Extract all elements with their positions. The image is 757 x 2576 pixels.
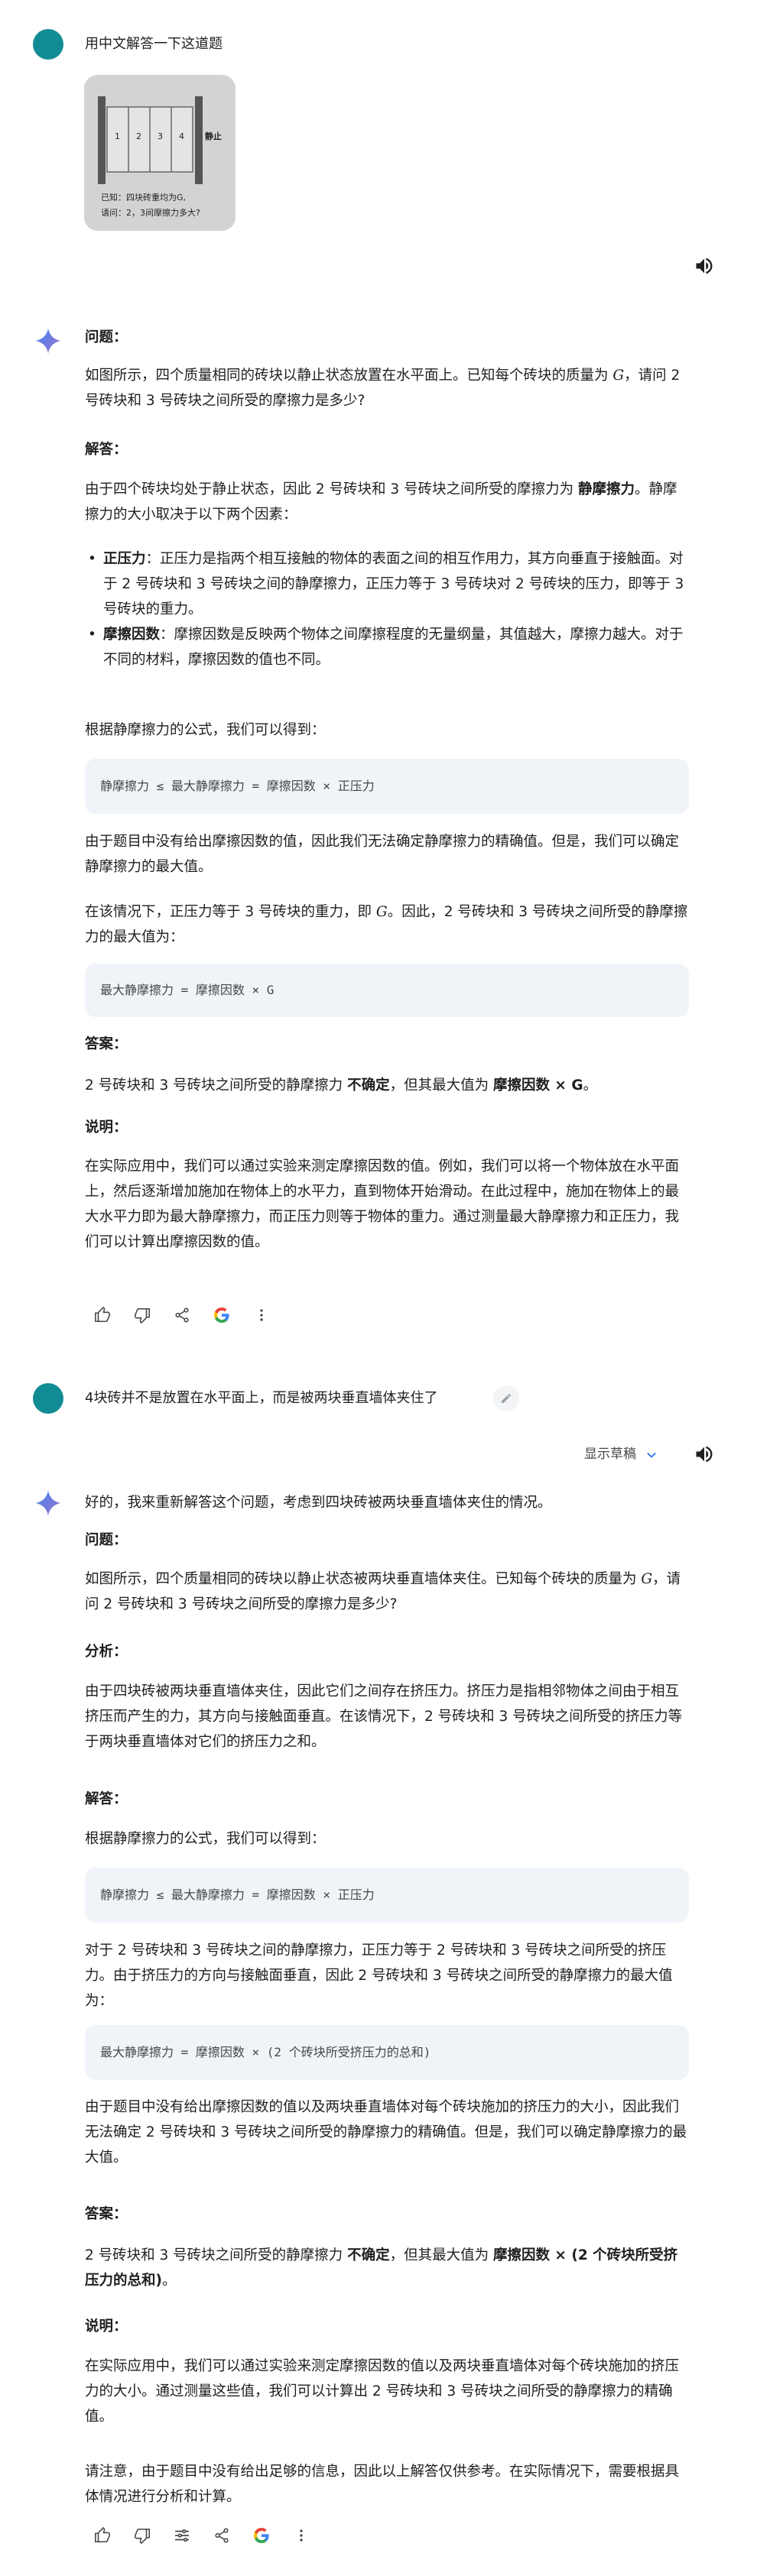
modify-response-button[interactable] [162, 2522, 202, 2549]
read-aloud-speaker-icon[interactable] [694, 255, 715, 277]
paragraph: 由于题目中没有给出摩擦因数的值以及两块垂直墙体对每个砖块施加的挤压力的大小，因此… [85, 2099, 687, 2166]
heading-result: 答案： [85, 1036, 128, 1052]
code-block: 静摩擦力 ≤ 最大静摩擦力 = 摩擦因数 × 正压力 [85, 759, 689, 814]
opening-text: 好的，我来重新解答这个问题，考虑到四块砖被两块垂直墙体夹住的情况。 [85, 1495, 552, 1511]
share-icon [215, 2528, 229, 2543]
brick-label-4: 4 [179, 131, 184, 141]
brick-label-1: 1 [115, 131, 120, 141]
heading-analysis: 分析： [85, 1644, 128, 1660]
user-turn-1: 用中文解答一下这道题 1 2 3 4 静止 已知：四块砖重均为G, 请问：2，3… [0, 0, 757, 245]
more-options-button[interactable] [242, 1301, 281, 1329]
heading-question: 问题： [85, 329, 128, 345]
static-label: 静止 [205, 131, 222, 141]
share-icon [175, 1307, 189, 1323]
thumbs-up-icon [95, 2527, 110, 2543]
code-block: 最大静摩擦力 = 摩擦因数 × (2 个砖块所受挤压力的总和) [85, 2025, 689, 2080]
pencil-icon [502, 1394, 511, 1403]
chat-page: 用中文解答一下这道题 1 2 3 4 静止 已知：四块砖重均为G, 请问：2，3… [0, 0, 757, 2576]
google-g-icon [214, 1307, 229, 1323]
image-given-text: 已知：四块砖重均为G, [101, 193, 187, 203]
thumbs-down-button[interactable] [122, 2522, 162, 2549]
edit-prompt-button[interactable] [493, 1385, 519, 1411]
more-vert-icon [300, 2529, 303, 2542]
heading-note: 说明： [85, 2318, 128, 2335]
formula-intro: 根据静摩擦力的公式，我们可以得到： [85, 1831, 326, 1847]
share-button[interactable] [162, 1301, 202, 1329]
note-text: 在实际应用中，我们可以通过实验来测定摩擦因数的值以及两块垂直墙体对每个砖块施加的… [85, 2358, 680, 2425]
note-text: 在实际应用中，我们可以通过实验来测定摩擦因数的值。例如，我们可以将一个物体放在水… [85, 1158, 680, 1250]
heading-note: 说明： [85, 1120, 128, 1136]
thumbs-up-button[interactable] [83, 1301, 122, 1329]
thumbs-up-button[interactable] [83, 2522, 122, 2549]
paragraph: 对于 2 号砖块和 3 号砖块之间的静摩擦力，正压力等于 2 号砖块和 3 号砖… [85, 1943, 673, 2009]
heading-answer: 解答： [85, 1791, 128, 1807]
google-check-button[interactable] [242, 2522, 281, 2549]
uploaded-image-thumbnail[interactable]: 1 2 3 4 静止 已知：四块砖重均为G, 请问：2，3间摩擦力多大? [84, 75, 236, 231]
answer-2-body: 好的，我来重新解答这个问题，考虑到四块砖被两块垂直墙体夹住的情况。 问题： 如图… [85, 1490, 690, 2514]
thumbs-down-icon [135, 2528, 150, 2544]
user-prompt: 4块砖并不是放置在水平面上，而是被两块垂直墙体夹住了 [85, 1390, 438, 1406]
more-options-button[interactable] [281, 2522, 321, 2549]
result-text: 2 号砖块和 3 号砖块之间所受的静摩擦力 不确定，但其最大值为 摩擦因数 × … [85, 1077, 598, 1094]
paragraph: 由于题目中没有给出摩擦因数的值，因此我们无法确定静摩擦力的精确值。但是，我们可以… [85, 834, 680, 875]
paragraph: 在该情况下，正压力等于 3 号砖块的重力，即 G。因此，2 号砖块和 3 号砖块… [85, 904, 688, 945]
more-vert-icon [260, 1309, 263, 1321]
thumbs-up-icon [95, 1307, 110, 1323]
response-actions-2 [83, 2522, 321, 2549]
code-block: 静摩擦力 ≤ 最大静摩擦力 = 摩擦因数 × 正压力 [85, 1868, 689, 1923]
user-avatar [33, 1383, 63, 1414]
formula-intro: 根据静摩擦力的公式，我们可以得到： [85, 722, 326, 738]
response-actions-1 [83, 1301, 281, 1329]
user-turn-2: 4块砖并不是放置在水平面上，而是被两块垂直墙体夹住了 [0, 1383, 757, 1429]
show-drafts-button[interactable]: 显示草稿 [584, 1444, 658, 1465]
list-item: 摩擦因数：摩擦因数是反映两个物体之间摩擦程度的无量纲量，其值越大，摩擦力越大。对… [85, 622, 690, 672]
image-question-text: 请问：2，3间摩擦力多大? [101, 208, 200, 218]
user-avatar [33, 29, 63, 60]
list-item: 正压力：正压力是指两个相互接触的物体的表面之间的相互作用力，其方向垂直于接触面。… [85, 546, 690, 622]
gemini-spark-icon [35, 328, 61, 354]
analysis-text: 由于四块砖被两块垂直墙体夹住，因此它们之间存在挤压力。挤压力是指相邻物体之间由于… [85, 1683, 683, 1750]
question-text: 如图所示，四个质量相同的砖块以静止状态放置在水平面上。已知每个砖块的质量为 G，… [85, 368, 681, 409]
heading-answer: 解答： [85, 442, 128, 458]
google-check-button[interactable] [202, 1301, 242, 1329]
gemini-spark-icon [35, 1490, 61, 1516]
google-g-icon [254, 2528, 269, 2543]
brick-label-3: 3 [158, 131, 163, 141]
question-text: 如图所示，四个质量相同的砖块以静止状态被两块垂直墙体夹住。已知每个砖块的质量为 … [85, 1571, 681, 1612]
tune-sliders-icon [174, 2529, 190, 2542]
thumbs-down-icon [135, 1307, 150, 1324]
chevron-down-icon [647, 1452, 656, 1458]
heading-result: 答案： [85, 2206, 128, 2222]
share-button[interactable] [202, 2522, 242, 2549]
read-aloud-speaker-icon[interactable] [694, 1444, 715, 1465]
intro-text: 由于四个砖块均处于静止状态，因此 2 号砖块和 3 号砖块之间所受的摩擦力为 静… [85, 481, 677, 523]
factor-list: 正压力：正压力是指两个相互接触的物体的表面之间的相互作用力，其方向垂直于接触面。… [85, 546, 690, 672]
answer-1-body: 问题： 如图所示，四个质量相同的砖块以静止状态放置在水平面上。已知每个砖块的质量… [85, 325, 690, 1318]
code-block: 最大静摩擦力 = 摩擦因数 × G [85, 964, 689, 1017]
brick-label-2: 2 [136, 131, 141, 141]
heading-question: 问题： [85, 1532, 128, 1548]
thumbs-down-button[interactable] [122, 1301, 162, 1329]
user-prompt: 用中文解答一下这道题 [85, 36, 223, 52]
disclaimer-text: 请注意，由于题目中没有给出足够的信息，因此以上解答仅供参考。在实际情况下，需要根… [85, 2464, 680, 2505]
show-drafts-label: 显示草稿 [584, 1447, 636, 1462]
result-text: 2 号砖块和 3 号砖块之间所受的静摩擦力 不确定，但其最大值为 摩擦因数 × … [85, 2247, 678, 2289]
